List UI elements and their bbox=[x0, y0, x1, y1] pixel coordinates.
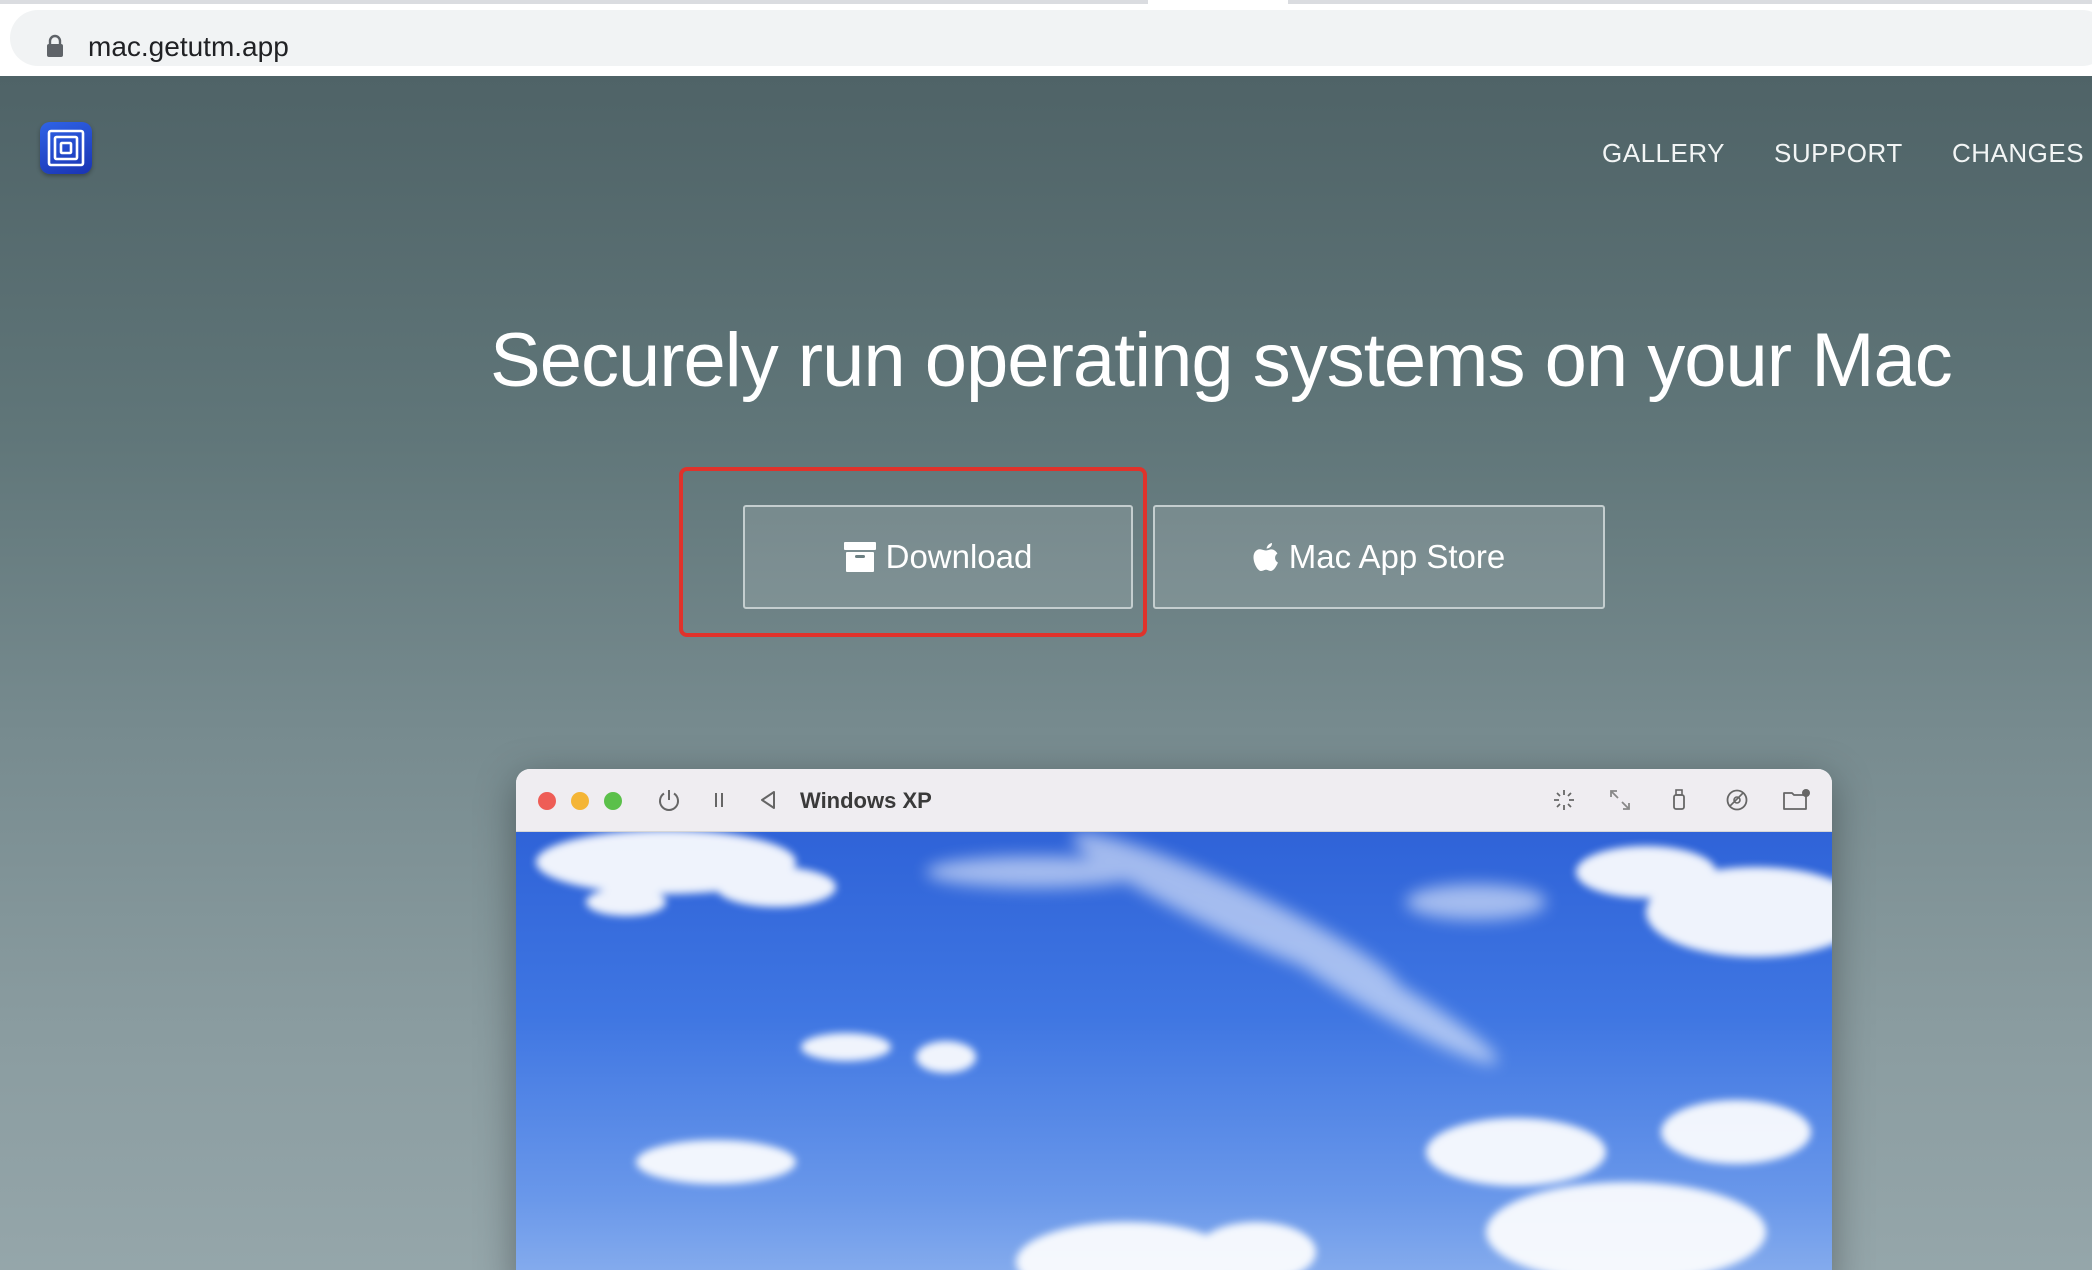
lock-icon[interactable] bbox=[46, 34, 64, 58]
mac-app-store-button[interactable]: Mac App Store bbox=[1153, 505, 1605, 609]
resize-icon bbox=[1610, 790, 1630, 810]
windows-xp-desktop bbox=[516, 830, 1832, 1270]
cursor-capture-icon bbox=[1554, 790, 1574, 810]
hero-title-text: Securely run operating systems on your M… bbox=[490, 318, 1953, 403]
archive-box-icon bbox=[843, 542, 876, 572]
nav-gallery[interactable]: GALLERY bbox=[1602, 138, 1725, 169]
sky-clouds-image bbox=[536, 830, 1832, 1270]
usb-icon bbox=[1673, 789, 1685, 810]
utm-logo-icon[interactable] bbox=[40, 122, 92, 174]
pause-icon bbox=[715, 793, 723, 807]
vm-toolbar: Windows XP bbox=[516, 769, 1832, 832]
minimize-window-dot bbox=[571, 792, 589, 810]
tab-strip bbox=[0, 0, 2092, 4]
shared-folder-icon bbox=[1783, 789, 1810, 810]
url-text[interactable]: mac.getutm.app bbox=[88, 30, 289, 64]
download-button[interactable]: Download bbox=[743, 505, 1133, 609]
vm-title: Windows XP bbox=[800, 788, 932, 813]
address-bar[interactable]: mac.getutm.app bbox=[10, 10, 2092, 66]
nav-support[interactable]: SUPPORT bbox=[1774, 138, 1903, 169]
mac-app-store-label: Mac App Store bbox=[1288, 538, 1506, 575]
close-window-dot bbox=[538, 792, 556, 810]
drive-icon bbox=[1726, 789, 1748, 811]
nav-changes[interactable]: CHANGES bbox=[1952, 138, 2084, 169]
vm-window-preview: Windows XP bbox=[516, 769, 1832, 1270]
zoom-window-dot bbox=[604, 792, 622, 810]
apple-logo-icon bbox=[1253, 542, 1279, 572]
browser-chrome: mac.getutm.app bbox=[0, 0, 2092, 76]
page: GALLERY SUPPORT CHANGES Securely run ope… bbox=[0, 76, 2092, 1270]
triangle-left-icon bbox=[761, 791, 775, 809]
power-icon bbox=[659, 790, 679, 811]
download-button-label: Download bbox=[885, 538, 1033, 575]
